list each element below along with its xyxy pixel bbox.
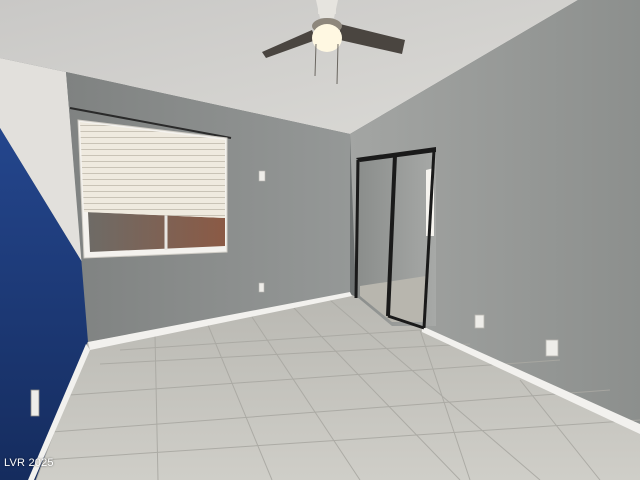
outlet-back-wall (258, 282, 265, 293)
room-photo (0, 0, 640, 480)
window-glass (88, 212, 225, 252)
outlet-right-wall-2 (545, 339, 559, 357)
outlet-right-wall-1 (474, 314, 485, 329)
watermark-text: LVR 2025 (4, 457, 54, 469)
outlet-left-wall (30, 389, 40, 417)
light-switch (258, 170, 266, 182)
mirrored-closet-doors (354, 147, 436, 330)
